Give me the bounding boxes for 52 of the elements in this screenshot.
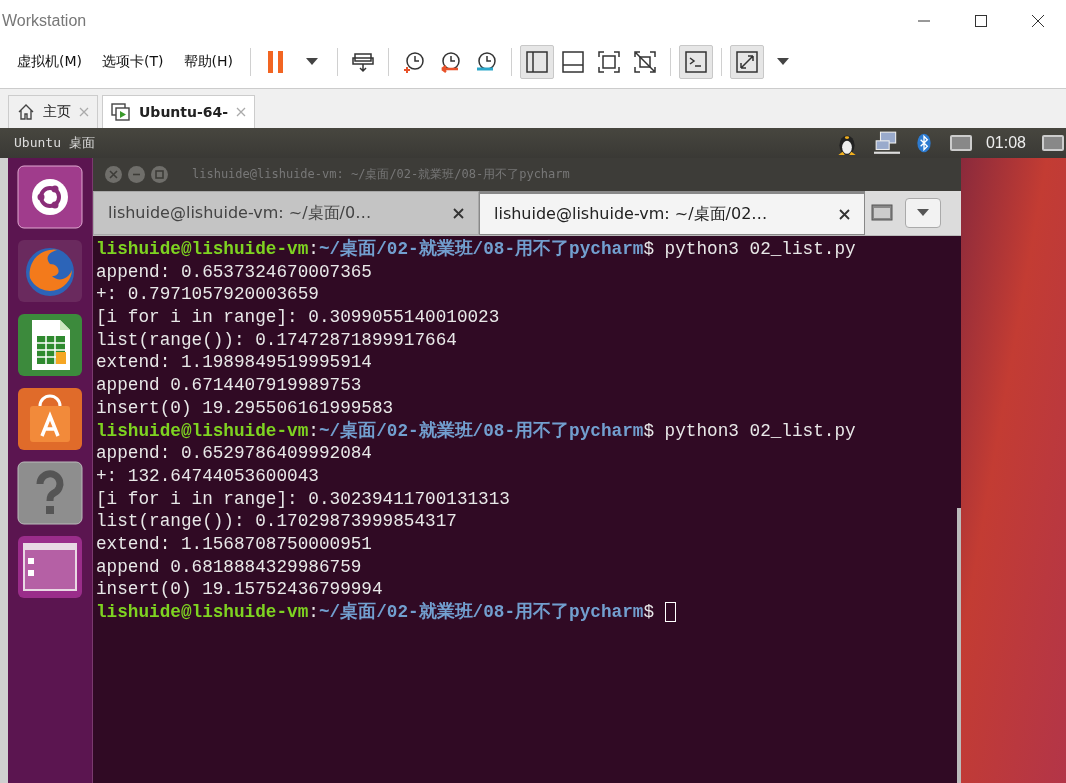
sidebar-view-icon[interactable]: [519, 45, 554, 79]
terminal-tab[interactable]: lishuide@lishuide-vm: ~/桌面/02…: [479, 191, 865, 235]
output-line: append: 0.6537324670007365: [96, 260, 373, 284]
maximize-icon: [974, 15, 987, 27]
spreadsheet-icon[interactable]: [16, 312, 84, 378]
browser-icon[interactable]: [16, 238, 84, 304]
clock: 01:08: [985, 134, 1026, 152]
stretch-icon[interactable]: [729, 45, 764, 79]
console-icon[interactable]: [678, 45, 713, 79]
caret-icon: [917, 209, 929, 217]
tab[interactable]: Ubuntu-64-: [102, 95, 256, 128]
menu-item[interactable]: 虚拟机(M): [8, 49, 91, 75]
output-line: [i for i in range]: 0.30239411700131313: [96, 487, 511, 511]
maximize-icon: [155, 170, 164, 179]
new-tab-icon[interactable]: [871, 203, 895, 223]
output-line: +: 132.64744053600043: [96, 464, 320, 488]
output-line: append 0.6714407919989753: [96, 374, 363, 397]
workspace-icon[interactable]: [16, 534, 84, 600]
close-icon[interactable]: [839, 208, 850, 220]
caret-icon: [776, 58, 789, 66]
menu-item[interactable]: 帮助(H): [174, 49, 242, 75]
output-line: extend: 1.1568708750000951: [96, 532, 373, 556]
scrollbar[interactable]: [957, 508, 961, 783]
prompt-line: lishuide@lishuide-vm:~/桌面/02-就業班/08-用不了pycharm$: [96, 601, 961, 624]
close-icon: [1030, 14, 1045, 28]
prompt-line: lishuide@lishuide-vm:~/桌面/02-就業班/08-用不了pycharm$ python3 02_list.py: [96, 419, 857, 443]
window-title: Workstation: [2, 12, 87, 30]
prompt-line: lishuide@lishuide-vm:~/桌面/02-就業班/08-用不了pycharm$ python3 02_list.py: [96, 238, 857, 261]
output-line: insert(0) 19.15752436799994: [96, 578, 384, 601]
network-icon: [873, 130, 900, 156]
pause-icon: [265, 50, 286, 74]
output-line: [i for i in range]: 0.3099055140010023: [96, 306, 501, 329]
output-line: insert(0) 19.295506161999583: [96, 396, 395, 420]
output-line: extend: 1.1989849519995914: [96, 351, 373, 375]
dash-icon[interactable]: [16, 164, 84, 230]
store-icon[interactable]: [16, 386, 84, 452]
close-icon[interactable]: [453, 207, 464, 219]
menu-item[interactable]: 选项卡(T): [93, 49, 173, 75]
terminal-tab[interactable]: lishuide@lishuide-vm: ~/桌面/0…: [93, 191, 479, 235]
caret-icon: [305, 58, 318, 66]
vm-icon: [111, 103, 131, 121]
output-line: list(range()): 0.17029873999854317: [96, 510, 458, 533]
output-line: +: 0.7971057920003659: [96, 283, 320, 307]
help-icon[interactable]: [16, 460, 84, 526]
close-icon: [109, 170, 118, 179]
tab[interactable]: 主页: [8, 95, 98, 128]
home-icon: [17, 103, 35, 121]
panel-title: Ubuntu 桌面: [14, 134, 95, 152]
output-line: list(range()): 0.17472871899917664: [96, 328, 458, 352]
dropdown-button[interactable]: [905, 198, 941, 228]
output-line: append: 0.6529786409992084: [96, 442, 373, 465]
output-line: append 0.6818884329986759: [96, 555, 363, 579]
